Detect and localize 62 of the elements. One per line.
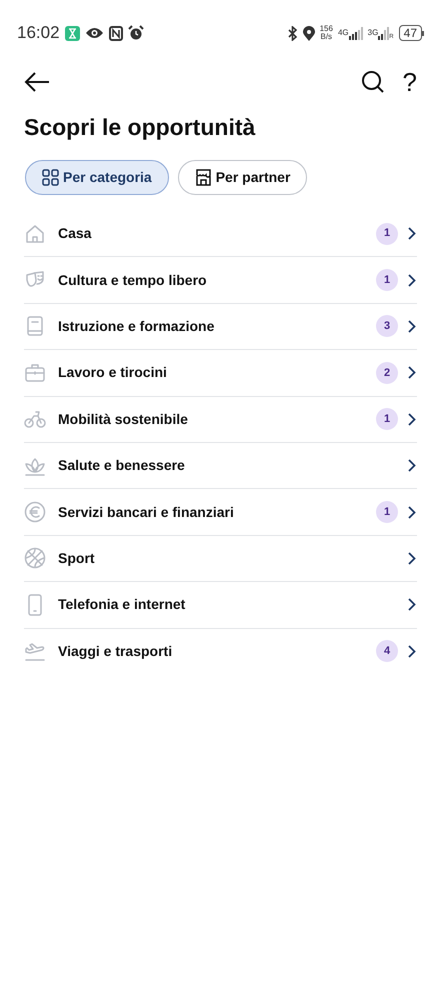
bluetooth-icon [286,26,298,40]
briefcase-icon [24,362,46,384]
ball-icon [24,547,46,570]
category-item[interactable]: Casa 1 [24,211,417,258]
chevron-right-icon [408,412,416,426]
help-button[interactable]: ? [402,69,417,95]
count-badge: 3 [376,315,398,338]
euro-icon [24,501,46,524]
chevron-right-icon [408,274,416,287]
category-label: Sport [58,548,96,568]
network-speed-unit: B/s [320,33,332,41]
signal-icon [348,26,363,40]
store-icon [194,169,212,186]
category-label: Istruzione e formazione [58,316,216,336]
grid-icon [42,169,59,186]
filter-tab[interactable]: Per partner [178,160,308,195]
count-badge: 2 [376,362,398,384]
category-item[interactable]: Servizi bancari e finanziari 1 [24,489,417,536]
hourglass-icon [64,26,80,40]
count-badge: 1 [376,222,398,245]
status-time: 16:02 [17,22,60,44]
network-speed: 156 [320,25,333,33]
chevron-right-icon [408,552,416,565]
category-label: Salute e benessere [58,456,186,476]
network-type: 3G [368,26,378,38]
category-item[interactable]: Cultura e tempo libero 1 [24,257,417,304]
count-badge: 1 [376,269,398,292]
category-label: Mobilità sostenibile [58,410,189,429]
category-item[interactable]: Mobilità sostenibile 1 [24,396,417,443]
category-item[interactable]: Sport [24,536,417,582]
filter-tab[interactable]: Per categoria [25,160,169,195]
nfc-icon [108,26,123,40]
house-icon [24,222,46,245]
battery-indicator: 47 [398,25,422,41]
chevron-right-icon [408,366,416,380]
category-item[interactable]: Istruzione e formazione 3 [24,304,417,350]
chevron-right-icon [408,598,416,612]
category-item[interactable]: Salute e benessere [24,442,417,490]
category-item[interactable]: Viaggi e trasporti 4 [24,628,417,675]
category-label: Lavoro e tirocini [58,363,168,382]
count-badge: 1 [376,501,398,524]
category-label: Viaggi e trasporti [58,642,174,661]
chevron-right-icon [408,506,416,519]
category-label: Telefonia e internet [58,595,186,614]
chevron-right-icon [408,320,416,333]
chevron-right-icon [408,459,416,472]
alarm-icon [128,25,144,41]
category-item[interactable]: Telefonia e internet [24,582,417,629]
signal-icon [378,26,390,40]
category-label: Casa [58,224,92,244]
count-badge: 4 [376,640,398,662]
page-title: Scopri le opportunità [23,113,256,142]
network-type: 4G [338,26,349,38]
location-icon [302,26,315,40]
eye-icon [84,26,104,40]
count-badge: 1 [376,408,398,430]
category-item[interactable]: Lavoro e tirocini 2 [24,350,417,397]
chevron-right-icon [408,227,416,240]
chevron-right-icon [408,644,416,658]
search-button[interactable] [360,70,385,94]
category-label: Servizi bancari e finanziari [58,502,235,522]
category-label: Cultura e tempo libero [58,270,208,290]
